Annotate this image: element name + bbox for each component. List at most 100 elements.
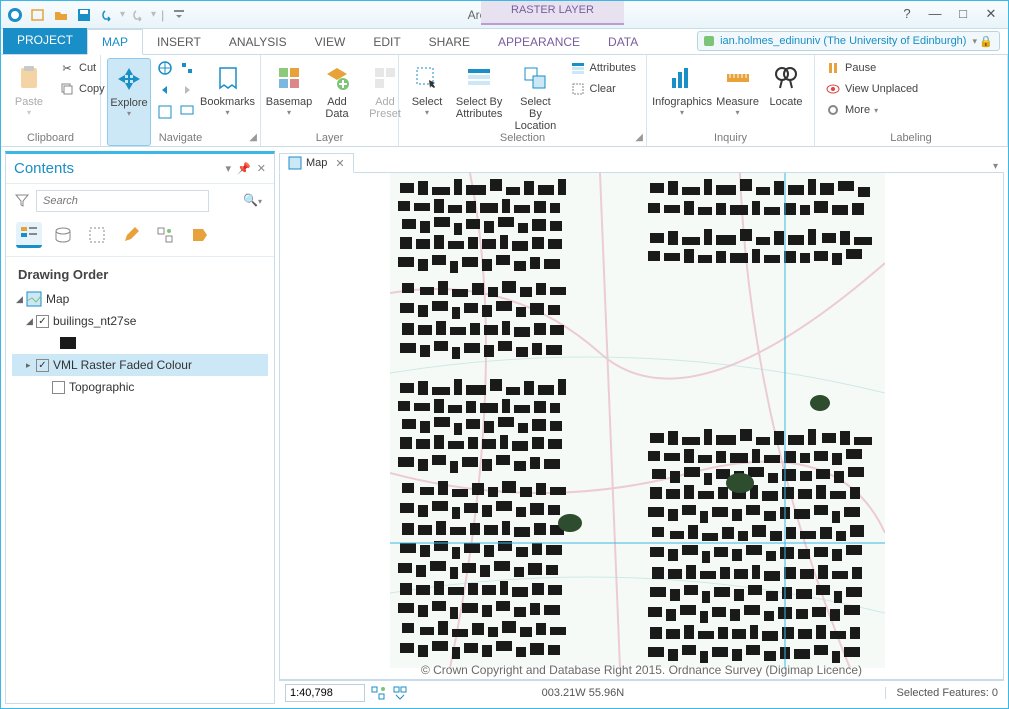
toc-view-icons: [6, 218, 274, 257]
list-by-snapping-icon[interactable]: [152, 222, 178, 248]
pane-pin-icon[interactable]: 📌: [237, 162, 251, 175]
redo-icon[interactable]: [128, 5, 148, 25]
view-unplaced-button[interactable]: View Unplaced: [821, 79, 922, 99]
group-inquiry: Infographics ▾ Measure ▾ Locate Inquiry: [647, 55, 815, 146]
group-selection: Select ▾ Select By Attributes Select By …: [399, 55, 647, 146]
add-data-icon: [321, 62, 353, 94]
pane-menu-icon[interactable]: ▾: [226, 162, 232, 175]
main-area: Contents ▾ 📌 ✕ 🔍▾ Drawing Order: [1, 147, 1008, 708]
project-tab[interactable]: PROJECT: [3, 28, 87, 54]
snap-to-grid-icon[interactable]: [369, 684, 387, 702]
gear-icon: [825, 102, 841, 118]
collapse-icon[interactable]: ◢: [16, 294, 26, 305]
search-icon[interactable]: 🔍▾: [243, 193, 262, 207]
tree-layer-buildings[interactable]: ◢ ✓ builings_nt27se: [12, 310, 268, 332]
list-by-editing-icon[interactable]: [118, 222, 144, 248]
paste-icon: [13, 62, 45, 94]
list-by-source-icon[interactable]: [50, 222, 76, 248]
prev-extent-icon[interactable]: [155, 80, 175, 100]
tab-data[interactable]: DATA: [594, 30, 652, 54]
map-pane: Map ✕ ▾: [279, 151, 1004, 704]
tab-share[interactable]: SHARE: [415, 30, 484, 54]
undo-icon[interactable]: [97, 5, 117, 25]
map-tab-close-icon[interactable]: ✕: [335, 157, 344, 170]
collapse-icon[interactable]: ◢: [26, 316, 36, 327]
open-project-icon[interactable]: [51, 5, 71, 25]
expand-icon[interactable]: ▸: [26, 360, 36, 371]
clear-button[interactable]: Clear: [566, 79, 640, 99]
group-clipboard: Paste ▾ ✂Cut Copy Clipboard: [1, 55, 101, 146]
selection-expand-icon[interactable]: ◢: [635, 132, 643, 143]
tree-layer-swatch[interactable]: [12, 332, 268, 354]
map-tab[interactable]: Map ✕: [279, 153, 354, 173]
fixed-zoom-in-icon[interactable]: [177, 58, 197, 78]
next-extent-icon[interactable]: [177, 80, 197, 100]
list-by-labeling-icon[interactable]: [186, 222, 212, 248]
layer-checkbox[interactable]: ✓: [36, 315, 49, 328]
clear-icon: [570, 81, 586, 97]
zoom-tool-icon[interactable]: [155, 102, 175, 122]
layer-tree: ◢ Map ◢ ✓ builings_nt27se ▸ ✓ VML Raster…: [6, 288, 274, 398]
attributes-icon: [570, 60, 586, 76]
drawing-order-heading: Drawing Order: [6, 257, 274, 288]
tree-layer-topographic[interactable]: Topographic: [12, 376, 268, 398]
tab-edit[interactable]: EDIT: [359, 30, 414, 54]
layer-label: Topographic: [69, 380, 134, 394]
contents-title: Contents: [14, 160, 226, 177]
new-project-icon[interactable]: [28, 5, 48, 25]
filter-icon[interactable]: [14, 192, 32, 210]
map-attribution: © Crown Copyright and Database Right 201…: [280, 663, 1003, 677]
save-icon[interactable]: [74, 5, 94, 25]
map-views-menu-icon[interactable]: ▾: [987, 161, 1004, 172]
attributes-button[interactable]: Attributes: [566, 58, 640, 78]
help-icon[interactable]: ?: [894, 5, 920, 25]
scale-input[interactable]: [285, 684, 365, 702]
tree-map-label: Map: [46, 292, 69, 306]
minimize-icon[interactable]: —: [922, 5, 948, 25]
select-icon: [411, 62, 443, 94]
tree-map-root[interactable]: ◢ Map: [12, 288, 268, 310]
map-icon: [26, 291, 42, 307]
tab-appearance[interactable]: APPEARANCE: [484, 30, 594, 54]
qat-customize-icon[interactable]: [169, 5, 189, 25]
pane-close-icon[interactable]: ✕: [257, 162, 266, 175]
maximize-icon[interactable]: □: [950, 5, 976, 25]
tree-layer-vml-raster[interactable]: ▸ ✓ VML Raster Faded Colour: [12, 354, 268, 376]
select-loc-icon: [519, 62, 551, 94]
coordinates-display: 003.21W 55.96N: [542, 687, 625, 699]
close-icon[interactable]: ✕: [978, 5, 1004, 25]
layer-checkbox[interactable]: ✓: [36, 359, 49, 372]
contents-header: Contents ▾ 📌 ✕: [6, 154, 274, 184]
tab-map[interactable]: MAP: [87, 29, 143, 55]
tab-insert[interactable]: INSERT: [143, 30, 215, 54]
group-navigate: Explore ▾ Bookmarks ▾ Navigate ◢: [101, 55, 261, 146]
map-tab-icon: [288, 156, 302, 170]
list-by-drawing-order-icon[interactable]: [16, 222, 42, 248]
full-extent-icon[interactable]: [155, 58, 175, 78]
tab-analysis[interactable]: ANALYSIS: [215, 30, 301, 54]
tab-view[interactable]: VIEW: [301, 30, 360, 54]
map-tab-bar: Map ✕ ▾: [279, 151, 1004, 173]
group-layer: Basemap ▾ Add Data Add Preset Layer: [261, 55, 399, 146]
title-bar: ▾ ▾ | ArcGIS Pro - 3D BHA - Map RASTER L…: [1, 1, 1008, 29]
ribbon: Paste ▾ ✂Cut Copy Clipboard Explore ▾: [1, 55, 1008, 147]
add-preset-icon: [369, 62, 401, 94]
dynamic-constraints-icon[interactable]: [391, 684, 409, 702]
app-icon[interactable]: [5, 5, 25, 25]
search-input[interactable]: [36, 190, 209, 212]
layer-checkbox[interactable]: [52, 381, 65, 394]
select-attr-icon: [463, 62, 495, 94]
map-view[interactable]: © Crown Copyright and Database Right 201…: [279, 173, 1004, 680]
more-button[interactable]: More ▾: [821, 100, 922, 120]
map-canvas[interactable]: [390, 173, 885, 668]
infographics-icon: [666, 62, 698, 94]
status-bar: 003.21W 55.96N Selected Features: 0: [279, 680, 1004, 704]
zoom-to-sel-icon[interactable]: [177, 102, 197, 122]
user-label: ian.holmes_edinuniv (The University of E…: [720, 35, 966, 47]
pause-button[interactable]: Pause: [821, 58, 922, 78]
contents-pane: Contents ▾ 📌 ✕ 🔍▾ Drawing Order: [5, 151, 275, 704]
list-by-selection-icon[interactable]: [84, 222, 110, 248]
navigate-expand-icon[interactable]: ◢: [249, 132, 257, 143]
user-account-pill[interactable]: ian.holmes_edinuniv (The University of E…: [697, 31, 1000, 51]
locate-icon: [770, 62, 802, 94]
